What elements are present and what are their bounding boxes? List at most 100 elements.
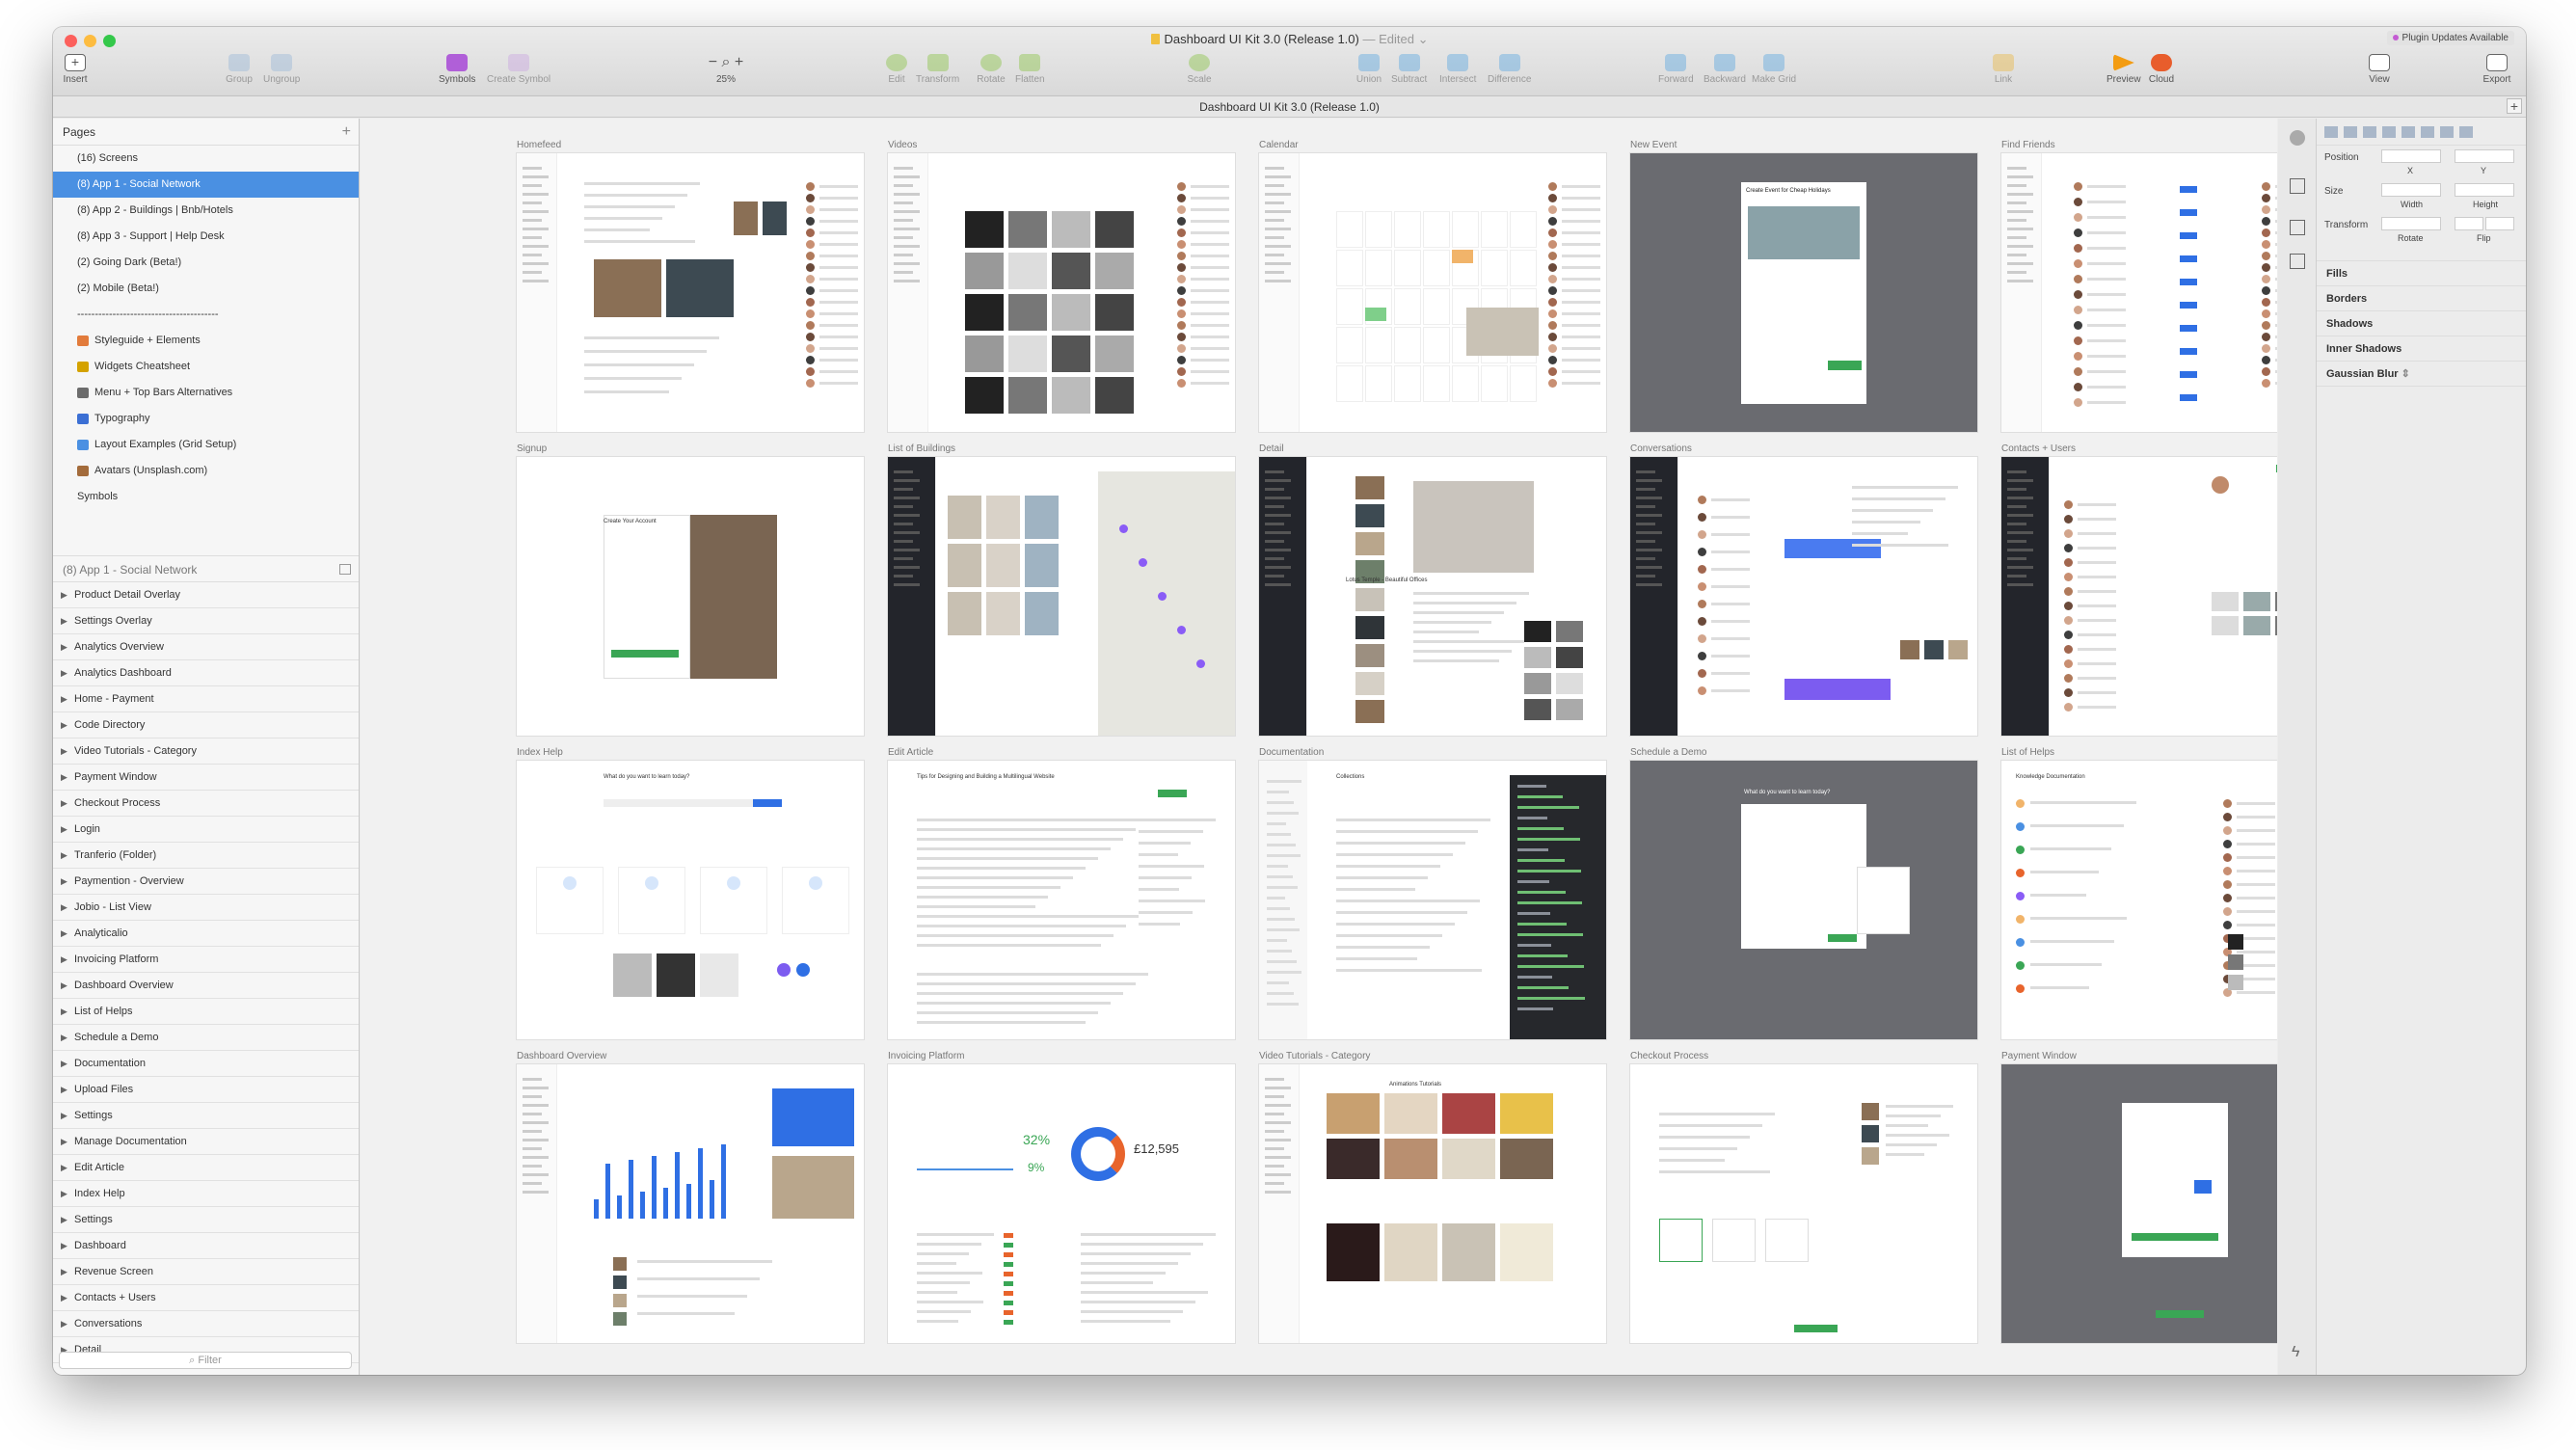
artboard-label[interactable]: List of Helps bbox=[2001, 747, 2054, 758]
artboard-thumbnail[interactable]: Tips for Designing and Building a Multil… bbox=[888, 761, 1235, 1039]
inner-shadows-section[interactable]: Inner Shadows bbox=[2317, 336, 2526, 362]
layer-item[interactable]: ▶ Video Tutorials - Category bbox=[53, 738, 359, 765]
artboard-thumbnail[interactable]: 32% 9% £12,595 bbox=[888, 1064, 1235, 1343]
search-field[interactable] bbox=[604, 799, 777, 807]
follow-button[interactable] bbox=[2180, 394, 2197, 401]
forward-button[interactable]: Forward bbox=[1658, 54, 1694, 85]
scale-button[interactable]: Scale bbox=[1185, 54, 1214, 85]
layer-item[interactable]: ▶ Login bbox=[53, 817, 359, 843]
artboard-thumbnail[interactable]: Knowledge Documentation bbox=[2001, 761, 2277, 1039]
artboard-label[interactable]: Calendar bbox=[1259, 140, 1299, 150]
artboard-thumbnail[interactable] bbox=[2001, 153, 2277, 432]
disclosure-triangle-icon[interactable]: ▶ bbox=[61, 1155, 74, 1180]
symbols-button[interactable]: Symbols bbox=[439, 54, 475, 85]
subtract-button[interactable]: Subtract bbox=[1391, 54, 1427, 85]
payment-option[interactable] bbox=[1765, 1219, 1809, 1262]
artboard-label[interactable]: New Event bbox=[1630, 140, 1677, 150]
view-button[interactable]: View bbox=[2365, 54, 2394, 85]
artboard-label[interactable]: Payment Window bbox=[2001, 1051, 2077, 1061]
schedule-button[interactable] bbox=[1828, 934, 1857, 942]
disclosure-triangle-icon[interactable]: ▶ bbox=[61, 895, 74, 920]
artboard-label[interactable]: Videos bbox=[888, 140, 917, 150]
borders-section[interactable]: Borders bbox=[2317, 286, 2526, 311]
edit-button[interactable]: Edit bbox=[882, 54, 911, 85]
disclosure-triangle-icon[interactable]: ▶ bbox=[61, 843, 74, 868]
disclosure-triangle-icon[interactable]: ▶ bbox=[61, 608, 74, 633]
page-item[interactable]: (2) Going Dark (Beta!) bbox=[53, 250, 359, 276]
union-button[interactable]: Union bbox=[1355, 54, 1383, 85]
pay-button[interactable] bbox=[2156, 1310, 2204, 1318]
primary-button[interactable] bbox=[1828, 361, 1862, 370]
component-icon[interactable] bbox=[2290, 254, 2305, 269]
artboard-thumbnail[interactable] bbox=[2001, 1064, 2277, 1343]
align-top-icon[interactable] bbox=[2382, 126, 2396, 138]
disclosure-triangle-icon[interactable]: ▶ bbox=[61, 1051, 74, 1076]
align-right-icon[interactable] bbox=[2363, 126, 2376, 138]
make-grid-button[interactable]: Make Grid bbox=[1752, 54, 1796, 85]
height-field[interactable] bbox=[2455, 183, 2514, 197]
disclosure-triangle-icon[interactable]: ▶ bbox=[61, 1285, 74, 1310]
payment-option[interactable] bbox=[1712, 1219, 1756, 1262]
disclosure-triangle-icon[interactable]: ▶ bbox=[61, 869, 74, 894]
layer-item[interactable]: ▶ Documentation bbox=[53, 1051, 359, 1077]
layer-item[interactable]: ▶ Schedule a Demo bbox=[53, 1025, 359, 1051]
artboard-thumbnail[interactable]: Collections bbox=[1259, 761, 1606, 1039]
page-item[interactable]: (8) App 2 - Buildings | Bnb/Hotels bbox=[53, 198, 359, 224]
layer-item[interactable]: ▶ Invoicing Platform bbox=[53, 947, 359, 973]
artboard-thumbnail[interactable]: Animations Tutorials bbox=[1259, 1064, 1606, 1343]
artboard-label[interactable]: Find Friends bbox=[2001, 140, 2055, 150]
fills-section[interactable]: Fills bbox=[2317, 261, 2526, 286]
follow-button[interactable] bbox=[2180, 279, 2197, 285]
disclosure-triangle-icon[interactable]: ▶ bbox=[61, 1259, 74, 1284]
artboard-thumbnail[interactable]: What do you want to learn today? bbox=[1630, 761, 1977, 1039]
follow-button[interactable] bbox=[2180, 325, 2197, 332]
gaussian-blur-section[interactable]: Gaussian Blur ⇕ bbox=[2317, 362, 2526, 387]
artboard-label[interactable]: Edit Article bbox=[888, 747, 933, 758]
artboard-label[interactable]: Video Tutorials - Category bbox=[1259, 1051, 1370, 1061]
artboard-thumbnail[interactable]: What do you want to learn today? bbox=[517, 761, 864, 1039]
link-button[interactable]: Link bbox=[1989, 54, 2018, 85]
signup-button[interactable] bbox=[611, 650, 679, 658]
map-pin[interactable] bbox=[1139, 558, 1147, 567]
page-item[interactable]: Symbols bbox=[53, 484, 359, 510]
page-item[interactable]: Styleguide + Elements bbox=[53, 328, 359, 354]
add-button[interactable] bbox=[2276, 465, 2277, 472]
disclosure-triangle-icon[interactable]: ▶ bbox=[61, 999, 74, 1024]
rotate-button[interactable]: Rotate bbox=[977, 54, 1006, 85]
artboard-label[interactable]: Dashboard Overview bbox=[517, 1051, 606, 1061]
distribute-h-icon[interactable] bbox=[2440, 126, 2454, 138]
align-middle-icon[interactable] bbox=[2402, 126, 2415, 138]
disclosure-triangle-icon[interactable]: ▶ bbox=[61, 738, 74, 764]
disclosure-triangle-icon[interactable]: ▶ bbox=[61, 817, 74, 842]
artboard-label[interactable]: Schedule a Demo bbox=[1630, 747, 1707, 758]
layer-item[interactable]: ▶ Payment Window bbox=[53, 765, 359, 791]
layer-item[interactable]: ▶ Settings bbox=[53, 1103, 359, 1129]
disclosure-triangle-icon[interactable]: ▶ bbox=[61, 765, 74, 790]
canvas[interactable]: Homefeed Videos Calendar New Event Create Ev… bbox=[361, 119, 2277, 1375]
artboard-thumbnail[interactable] bbox=[517, 1064, 864, 1343]
disclosure-triangle-icon[interactable]: ▶ bbox=[61, 634, 74, 659]
plugin-updates-badge[interactable]: Plugin Updates Available bbox=[2386, 31, 2514, 45]
page-item[interactable]: (16) Screens bbox=[53, 146, 359, 172]
disclosure-triangle-icon[interactable]: ▶ bbox=[61, 1233, 74, 1258]
publish-button[interactable] bbox=[1158, 790, 1187, 797]
page-item[interactable]: (8) App 3 - Support | Help Desk bbox=[53, 224, 359, 250]
artboard-thumbnail[interactable] bbox=[888, 457, 1235, 736]
disclosure-triangle-icon[interactable]: ▶ bbox=[61, 1025, 74, 1050]
artboard-label[interactable]: Contacts + Users bbox=[2001, 443, 2076, 454]
disclosure-triangle-icon[interactable]: ▶ bbox=[61, 660, 74, 685]
disclosure-triangle-icon[interactable]: ▶ bbox=[61, 1077, 74, 1102]
artboard-thumbnail[interactable] bbox=[1259, 153, 1606, 432]
width-field[interactable] bbox=[2381, 183, 2441, 197]
disclosure-triangle-icon[interactable]: ▶ bbox=[61, 973, 74, 998]
ungroup-button[interactable]: Ungroup bbox=[263, 54, 300, 85]
align-bottom-icon[interactable] bbox=[2421, 126, 2434, 138]
layer-item[interactable]: ▶ Manage Documentation bbox=[53, 1129, 359, 1155]
follow-button[interactable] bbox=[2180, 371, 2197, 378]
follow-button[interactable] bbox=[2180, 232, 2197, 239]
follow-button[interactable] bbox=[2180, 255, 2197, 262]
create-symbol-button[interactable]: Create Symbol bbox=[487, 54, 550, 85]
layer-item[interactable]: ▶ Conversations bbox=[53, 1311, 359, 1337]
layer-item[interactable]: ▶ Dashboard bbox=[53, 1233, 359, 1259]
artboard-thumbnail[interactable] bbox=[1630, 1064, 1977, 1343]
